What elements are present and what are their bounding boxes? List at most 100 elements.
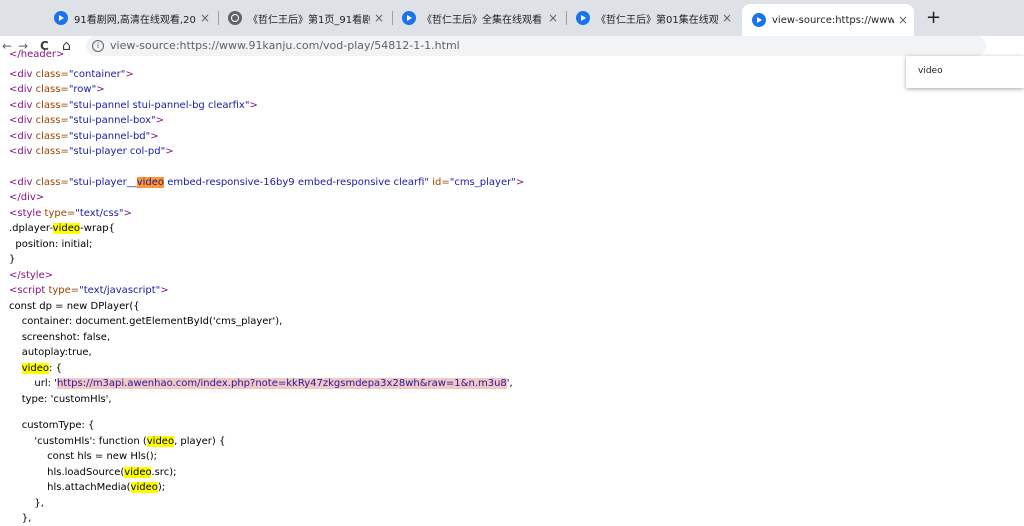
source-line: </div> xyxy=(9,192,45,203)
attr-value: embed-responsive-16by9 embed-responsive … xyxy=(164,177,430,188)
find-match: video xyxy=(130,482,158,493)
attr-value: "cms_player" xyxy=(449,177,516,188)
source-line: container: document.getElementById('cms_… xyxy=(9,316,283,327)
close-icon[interactable]: × xyxy=(722,11,732,25)
tag-text: > xyxy=(125,69,134,80)
source-line: </header> xyxy=(9,49,65,60)
tag-text: > xyxy=(515,177,525,188)
source-line: <div class="row"> xyxy=(9,82,105,97)
attr-value: "row" xyxy=(68,84,97,95)
find-input[interactable]: video xyxy=(918,66,943,76)
tag-text: > xyxy=(150,131,159,142)
tag-text: > xyxy=(155,115,165,126)
attr-name: class= xyxy=(35,69,69,80)
code-text: 'customHls': function ( xyxy=(9,436,147,447)
tag-text: <div xyxy=(9,131,36,142)
source-line: <style type="text/css"> xyxy=(9,206,132,221)
attr-name: id= xyxy=(429,177,450,188)
source-line: type: 'customHls', xyxy=(9,394,112,405)
attr-name: class= xyxy=(35,115,69,126)
source-line: }, xyxy=(9,513,32,524)
tag-text: <div xyxy=(9,100,36,111)
source-line: <div class="stui-pannel-box"> xyxy=(9,113,164,128)
play-icon xyxy=(54,11,68,25)
new-tab-button[interactable]: + xyxy=(926,8,941,28)
tag-text: > xyxy=(96,84,105,95)
tag-text: > xyxy=(123,208,132,219)
source-line: customType: { xyxy=(9,420,95,431)
tag-text: <div xyxy=(9,84,36,95)
source-line: <script type="text/javascript"> xyxy=(9,283,169,298)
play-icon xyxy=(576,11,590,25)
close-icon[interactable]: × xyxy=(548,11,558,25)
attr-name: class= xyxy=(35,131,69,142)
code-text: hls.attachMedia( xyxy=(9,482,131,493)
source-line: autoplay:true, xyxy=(9,347,92,358)
source-line: }, xyxy=(9,498,44,509)
source-line: <div class="stui-pannel stui-pannel-bg c… xyxy=(9,98,258,113)
find-bar[interactable]: video xyxy=(906,56,1024,88)
tag-text: <div xyxy=(9,69,36,80)
tab-queen-full[interactable]: 《哲仁王后》全集在线观看 – 日韩 × xyxy=(392,4,564,32)
attr-value: "stui-player__ xyxy=(68,177,137,188)
tab-queen-page1[interactable]: 《哲仁王后》第1页_91看剧网 × xyxy=(218,4,390,32)
source-line: 'customHls': function (video, player) { xyxy=(9,434,225,449)
attr-value: "text/css" xyxy=(75,208,124,219)
tag-text: <div xyxy=(9,115,36,126)
source-line: <div class="container"> xyxy=(9,67,134,82)
tag-text: <style xyxy=(9,208,45,219)
attr-value: "container" xyxy=(68,69,126,80)
attr-name: class= xyxy=(35,146,69,157)
tag-text: > xyxy=(165,146,174,157)
tab-91kanju-home[interactable]: 91看剧网,高清在线观看,2018最新 × xyxy=(44,4,216,32)
address-url[interactable]: view-source:https://www.91kanju.com/vod-… xyxy=(110,38,460,54)
source-line: .dplayer-video-wrap{ xyxy=(9,221,115,236)
find-match: video xyxy=(21,363,50,374)
source-line: </style> xyxy=(9,270,54,281)
info-icon[interactable]: i xyxy=(92,40,104,52)
attr-name: class= xyxy=(35,177,69,188)
source-line: url: 'https://m3api.awenhao.com/index.ph… xyxy=(9,376,513,391)
source-line: <div class="stui-pannel-bd"> xyxy=(9,129,159,144)
address-bar[interactable]: i view-source:https://www.91kanju.com/vo… xyxy=(86,36,986,56)
tag-text: <div xyxy=(9,146,36,157)
close-icon[interactable]: × xyxy=(898,13,908,27)
code-text: ); xyxy=(157,482,166,493)
play-icon xyxy=(402,11,416,25)
code-text: url: ' xyxy=(9,378,57,389)
tab-queen-ep01[interactable]: 《哲仁王后》第01集在线观看 – 日 × xyxy=(566,4,738,32)
close-icon[interactable]: × xyxy=(374,11,384,25)
source-line: screenshot: false, xyxy=(9,332,111,343)
code-text: .src); xyxy=(151,467,177,478)
stream-url-link[interactable]: https://m3api.awenhao.com/index.php?note… xyxy=(56,378,507,389)
attr-name: type= xyxy=(44,208,76,219)
globe-icon xyxy=(228,11,242,25)
code-text: .dplayer- xyxy=(9,223,53,234)
code-text: ', xyxy=(506,378,513,389)
tag-text: <script xyxy=(9,285,49,296)
source-line: <div class="stui-player__video embed-res… xyxy=(9,175,524,190)
attr-name: type= xyxy=(48,285,80,296)
source-line: const hls = new Hls(); xyxy=(9,451,157,462)
attr-name: class= xyxy=(35,84,69,95)
browser-toolbar: ← → C ⌂ i view-source:https://www.91kanj… xyxy=(0,36,1024,56)
attr-name: class= xyxy=(35,100,69,111)
tab-view-source[interactable]: view-source:https://www.91kanju × xyxy=(742,4,914,36)
close-icon[interactable]: × xyxy=(200,11,210,25)
source-line: <div class="stui-player col-pd"> xyxy=(9,144,174,159)
attr-value: "stui-pannel-box" xyxy=(68,115,156,126)
tag-text: > xyxy=(160,285,169,296)
tab-title: 《哲仁王后》第1页_91看剧网 xyxy=(248,14,370,26)
tag-text: <div xyxy=(9,177,36,188)
attr-value: "stui-pannel-bd" xyxy=(68,131,151,142)
source-line: const dp = new DPlayer({ xyxy=(9,301,140,312)
source-line: hls.attachMedia(video); xyxy=(9,480,165,495)
find-match: video xyxy=(124,467,152,478)
tab-title: 91看剧网,高清在线观看,2018最新 xyxy=(74,14,196,26)
code-text: , player) { xyxy=(174,436,226,447)
source-line: position: initial; xyxy=(9,239,93,250)
find-match-current: video xyxy=(136,177,165,188)
code-text: : { xyxy=(49,363,62,374)
play-icon xyxy=(752,13,766,27)
